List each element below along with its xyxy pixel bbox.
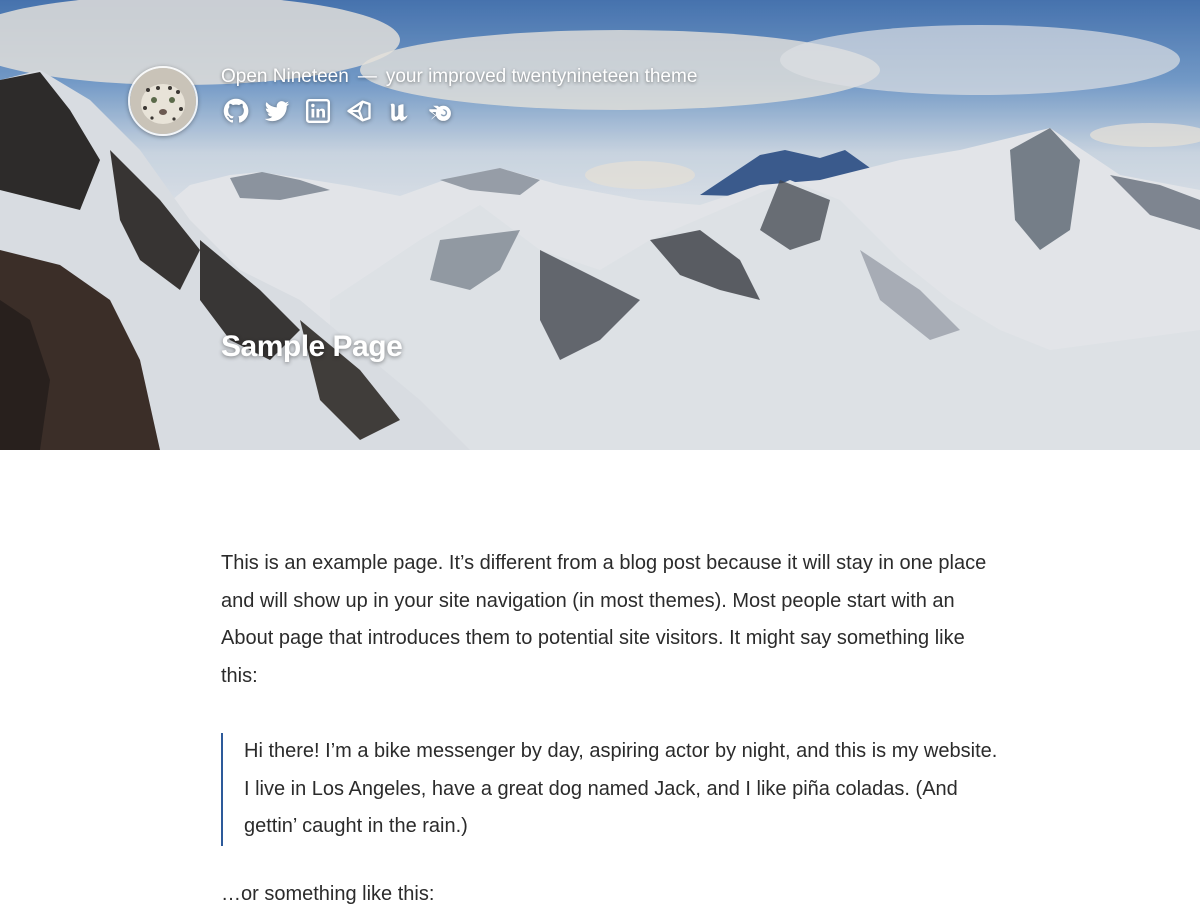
github-icon[interactable] bbox=[221, 96, 251, 126]
twitter-icon[interactable] bbox=[262, 96, 292, 126]
title-separator: — bbox=[358, 66, 377, 87]
blockquote: Hi there! I’m a bike messenger by day, a… bbox=[221, 733, 1001, 846]
quote-text: Hi there! I’m a bike messenger by day, a… bbox=[244, 733, 1001, 846]
content-paragraph-2: …or something like this: bbox=[221, 876, 1001, 913]
snow-leopard-avatar[interactable] bbox=[128, 66, 198, 136]
unity-icon[interactable] bbox=[344, 96, 374, 126]
page-content: This is an example page. It’s different … bbox=[221, 545, 1001, 913]
linkedin-icon[interactable] bbox=[303, 96, 333, 126]
blender-icon[interactable] bbox=[426, 96, 456, 126]
content-paragraph: This is an example page. It’s different … bbox=[221, 545, 1001, 695]
site-tagline: your improved twentynineteen theme bbox=[386, 66, 698, 87]
unreal-engine-icon[interactable] bbox=[385, 96, 415, 126]
social-links bbox=[221, 96, 456, 126]
site-header: Open Nineteen — your improved twentyninete… bbox=[0, 0, 1200, 450]
site-title[interactable]: Open Nineteen bbox=[221, 66, 349, 87]
avatar-image bbox=[130, 68, 196, 134]
site-title-line: Open Nineteen — your improved twentyninete… bbox=[221, 66, 697, 88]
page-title: Sample Page bbox=[221, 330, 402, 364]
